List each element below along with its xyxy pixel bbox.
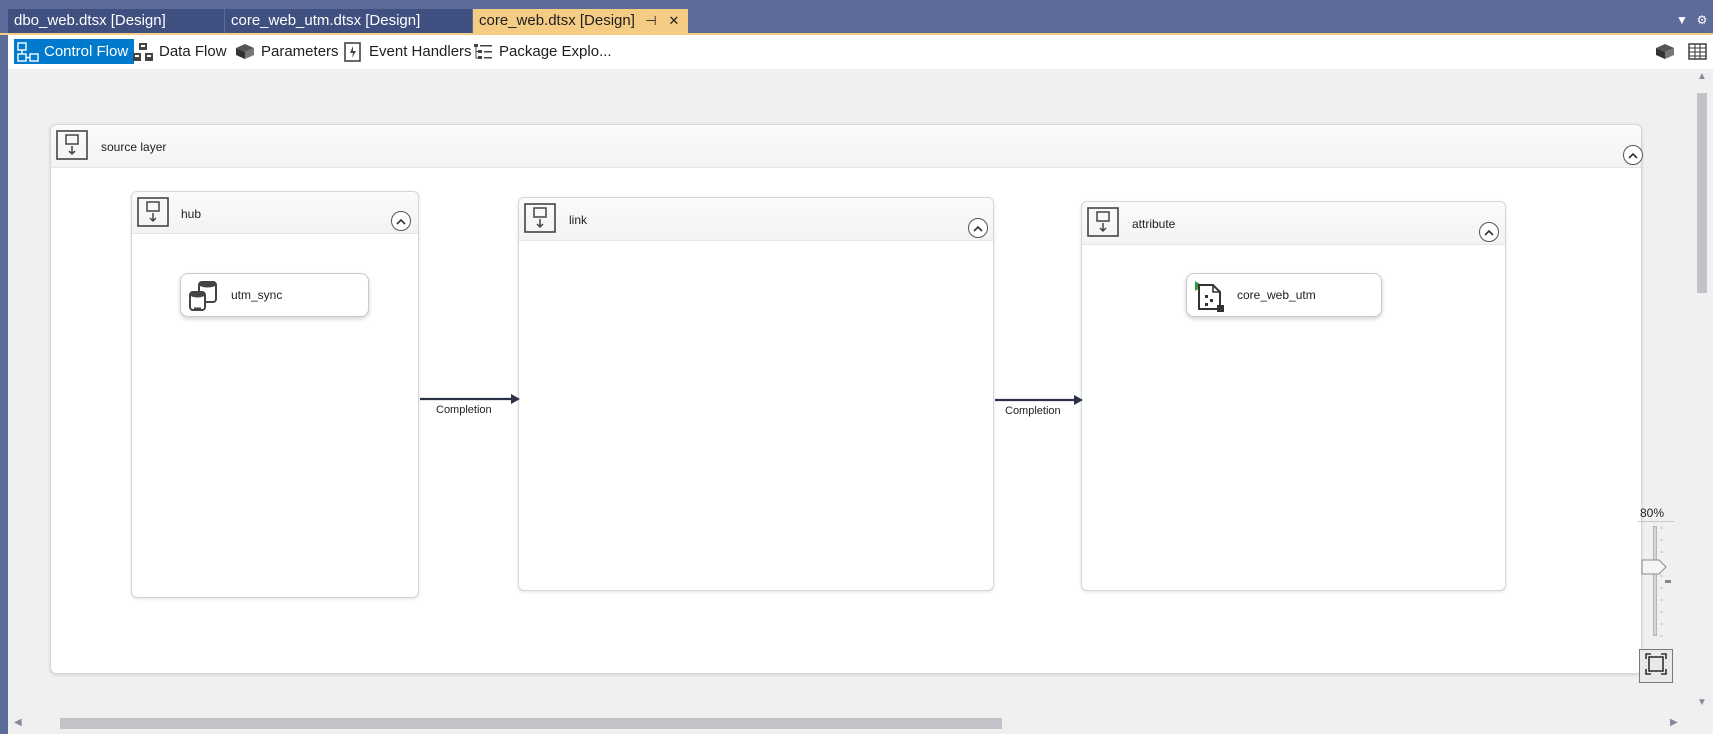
execute-sql-task-icon	[187, 279, 221, 313]
tab-parameters[interactable]: Parameters	[231, 39, 345, 64]
container-title: attribute	[1132, 217, 1176, 231]
tab-label: Control Flow	[44, 43, 129, 60]
tab-core-web-utm[interactable]: core_web_utm.dtsx [Design]	[225, 9, 473, 33]
tab-dbo-web[interactable]: dbo_web.dtsx [Design]	[8, 9, 225, 33]
tab-label: Event Handlers	[369, 43, 472, 60]
variables-icon[interactable]	[1655, 43, 1675, 61]
package-designer: Control Flow Data Flow Parameters Event …	[8, 35, 1713, 734]
table-grid-icon[interactable]	[1688, 43, 1708, 61]
sequence-container-icon	[137, 197, 169, 227]
control-flow-icon	[17, 41, 39, 62]
event-handlers-icon	[342, 41, 364, 62]
container-title: source layer	[101, 140, 167, 154]
scroll-left-icon[interactable]: ◀	[14, 717, 22, 728]
zoom-default-marker	[1665, 580, 1671, 583]
container-header: hub	[132, 192, 418, 234]
sequence-container-attribute[interactable]: attribute core_web_utm	[1081, 201, 1506, 591]
tab-data-flow[interactable]: Data Flow	[129, 39, 233, 64]
tab-label: core_web_utm.dtsx [Design]	[231, 12, 421, 29]
tab-label: core_web.dtsx [Design]	[479, 12, 635, 29]
pin-icon[interactable]: ⊣	[643, 9, 659, 33]
horizontal-scrollbar[interactable]: ◀ ▶	[8, 712, 1688, 734]
container-title: link	[569, 213, 588, 227]
task-label: core_web_utm	[1237, 288, 1316, 302]
scroll-down-icon[interactable]: ▼	[1697, 697, 1707, 708]
tab-dropdown-icon[interactable]: ▼	[1674, 12, 1690, 28]
sequence-container-hub[interactable]: hub utm_sync	[131, 191, 419, 598]
vertical-scrollbar[interactable]: ▲ ▼	[1688, 69, 1713, 712]
constraint-label[interactable]: Completion	[436, 404, 492, 416]
tab-label: Parameters	[261, 43, 339, 60]
tab-package-explorer[interactable]: Package Explo...	[469, 39, 618, 64]
parameters-icon	[234, 42, 256, 62]
container-header: link	[519, 198, 993, 241]
task-label: utm_sync	[231, 288, 283, 302]
tab-core-web[interactable]: core_web.dtsx [Design] ⊣ ✕	[473, 9, 689, 33]
collapse-icon[interactable]	[1623, 145, 1643, 165]
container-header: source layer	[51, 125, 1643, 168]
container-header: attribute	[1082, 202, 1505, 245]
task-utm-sync[interactable]: utm_sync	[180, 273, 369, 317]
collapse-icon[interactable]	[1479, 222, 1499, 242]
tab-label: Data Flow	[159, 43, 227, 60]
task-core-web-utm[interactable]: core_web_utm	[1186, 273, 1382, 317]
container-title: hub	[181, 207, 202, 221]
constraint-label[interactable]: Completion	[1005, 405, 1061, 417]
collapse-icon[interactable]	[391, 211, 411, 231]
tab-label: dbo_web.dtsx [Design]	[14, 12, 166, 29]
document-tab-strip: dbo_web.dtsx [Design] core_web_utm.dtsx …	[0, 0, 1713, 34]
execute-package-task-icon	[1193, 279, 1227, 313]
package-explorer-icon	[472, 42, 494, 62]
horizontal-scroll-thumb[interactable]	[60, 718, 1002, 729]
sequence-container-link[interactable]: link	[518, 197, 994, 591]
tab-event-handlers[interactable]: Event Handlers	[339, 39, 478, 64]
settings-icon[interactable]: ⚙	[1694, 12, 1710, 28]
zoom-to-fit-button[interactable]	[1639, 649, 1673, 683]
control-flow-canvas[interactable]: source layer hub utm_sync link attribute…	[8, 69, 1688, 712]
close-icon[interactable]: ✕	[666, 9, 682, 33]
data-flow-icon	[132, 42, 154, 62]
tab-label: Package Explo...	[499, 43, 612, 60]
zoom-divider	[1638, 521, 1674, 522]
scroll-right-icon[interactable]: ▶	[1670, 717, 1678, 728]
sequence-container-icon	[524, 203, 556, 233]
scroll-up-icon[interactable]: ▲	[1697, 71, 1707, 82]
zoom-slider-thumb[interactable]	[1641, 559, 1667, 575]
vertical-scroll-thumb[interactable]	[1697, 93, 1707, 293]
sequence-container-icon	[1087, 207, 1119, 237]
fit-to-window-icon	[1645, 652, 1667, 680]
collapse-icon[interactable]	[968, 218, 988, 238]
designer-toolbar: Control Flow Data Flow Parameters Event …	[8, 35, 1713, 69]
zoom-slider-track[interactable]	[1653, 526, 1657, 636]
sequence-container-icon	[56, 130, 88, 160]
zoom-level-label: 80%	[1640, 506, 1665, 520]
tab-control-flow[interactable]: Control Flow	[14, 39, 135, 64]
